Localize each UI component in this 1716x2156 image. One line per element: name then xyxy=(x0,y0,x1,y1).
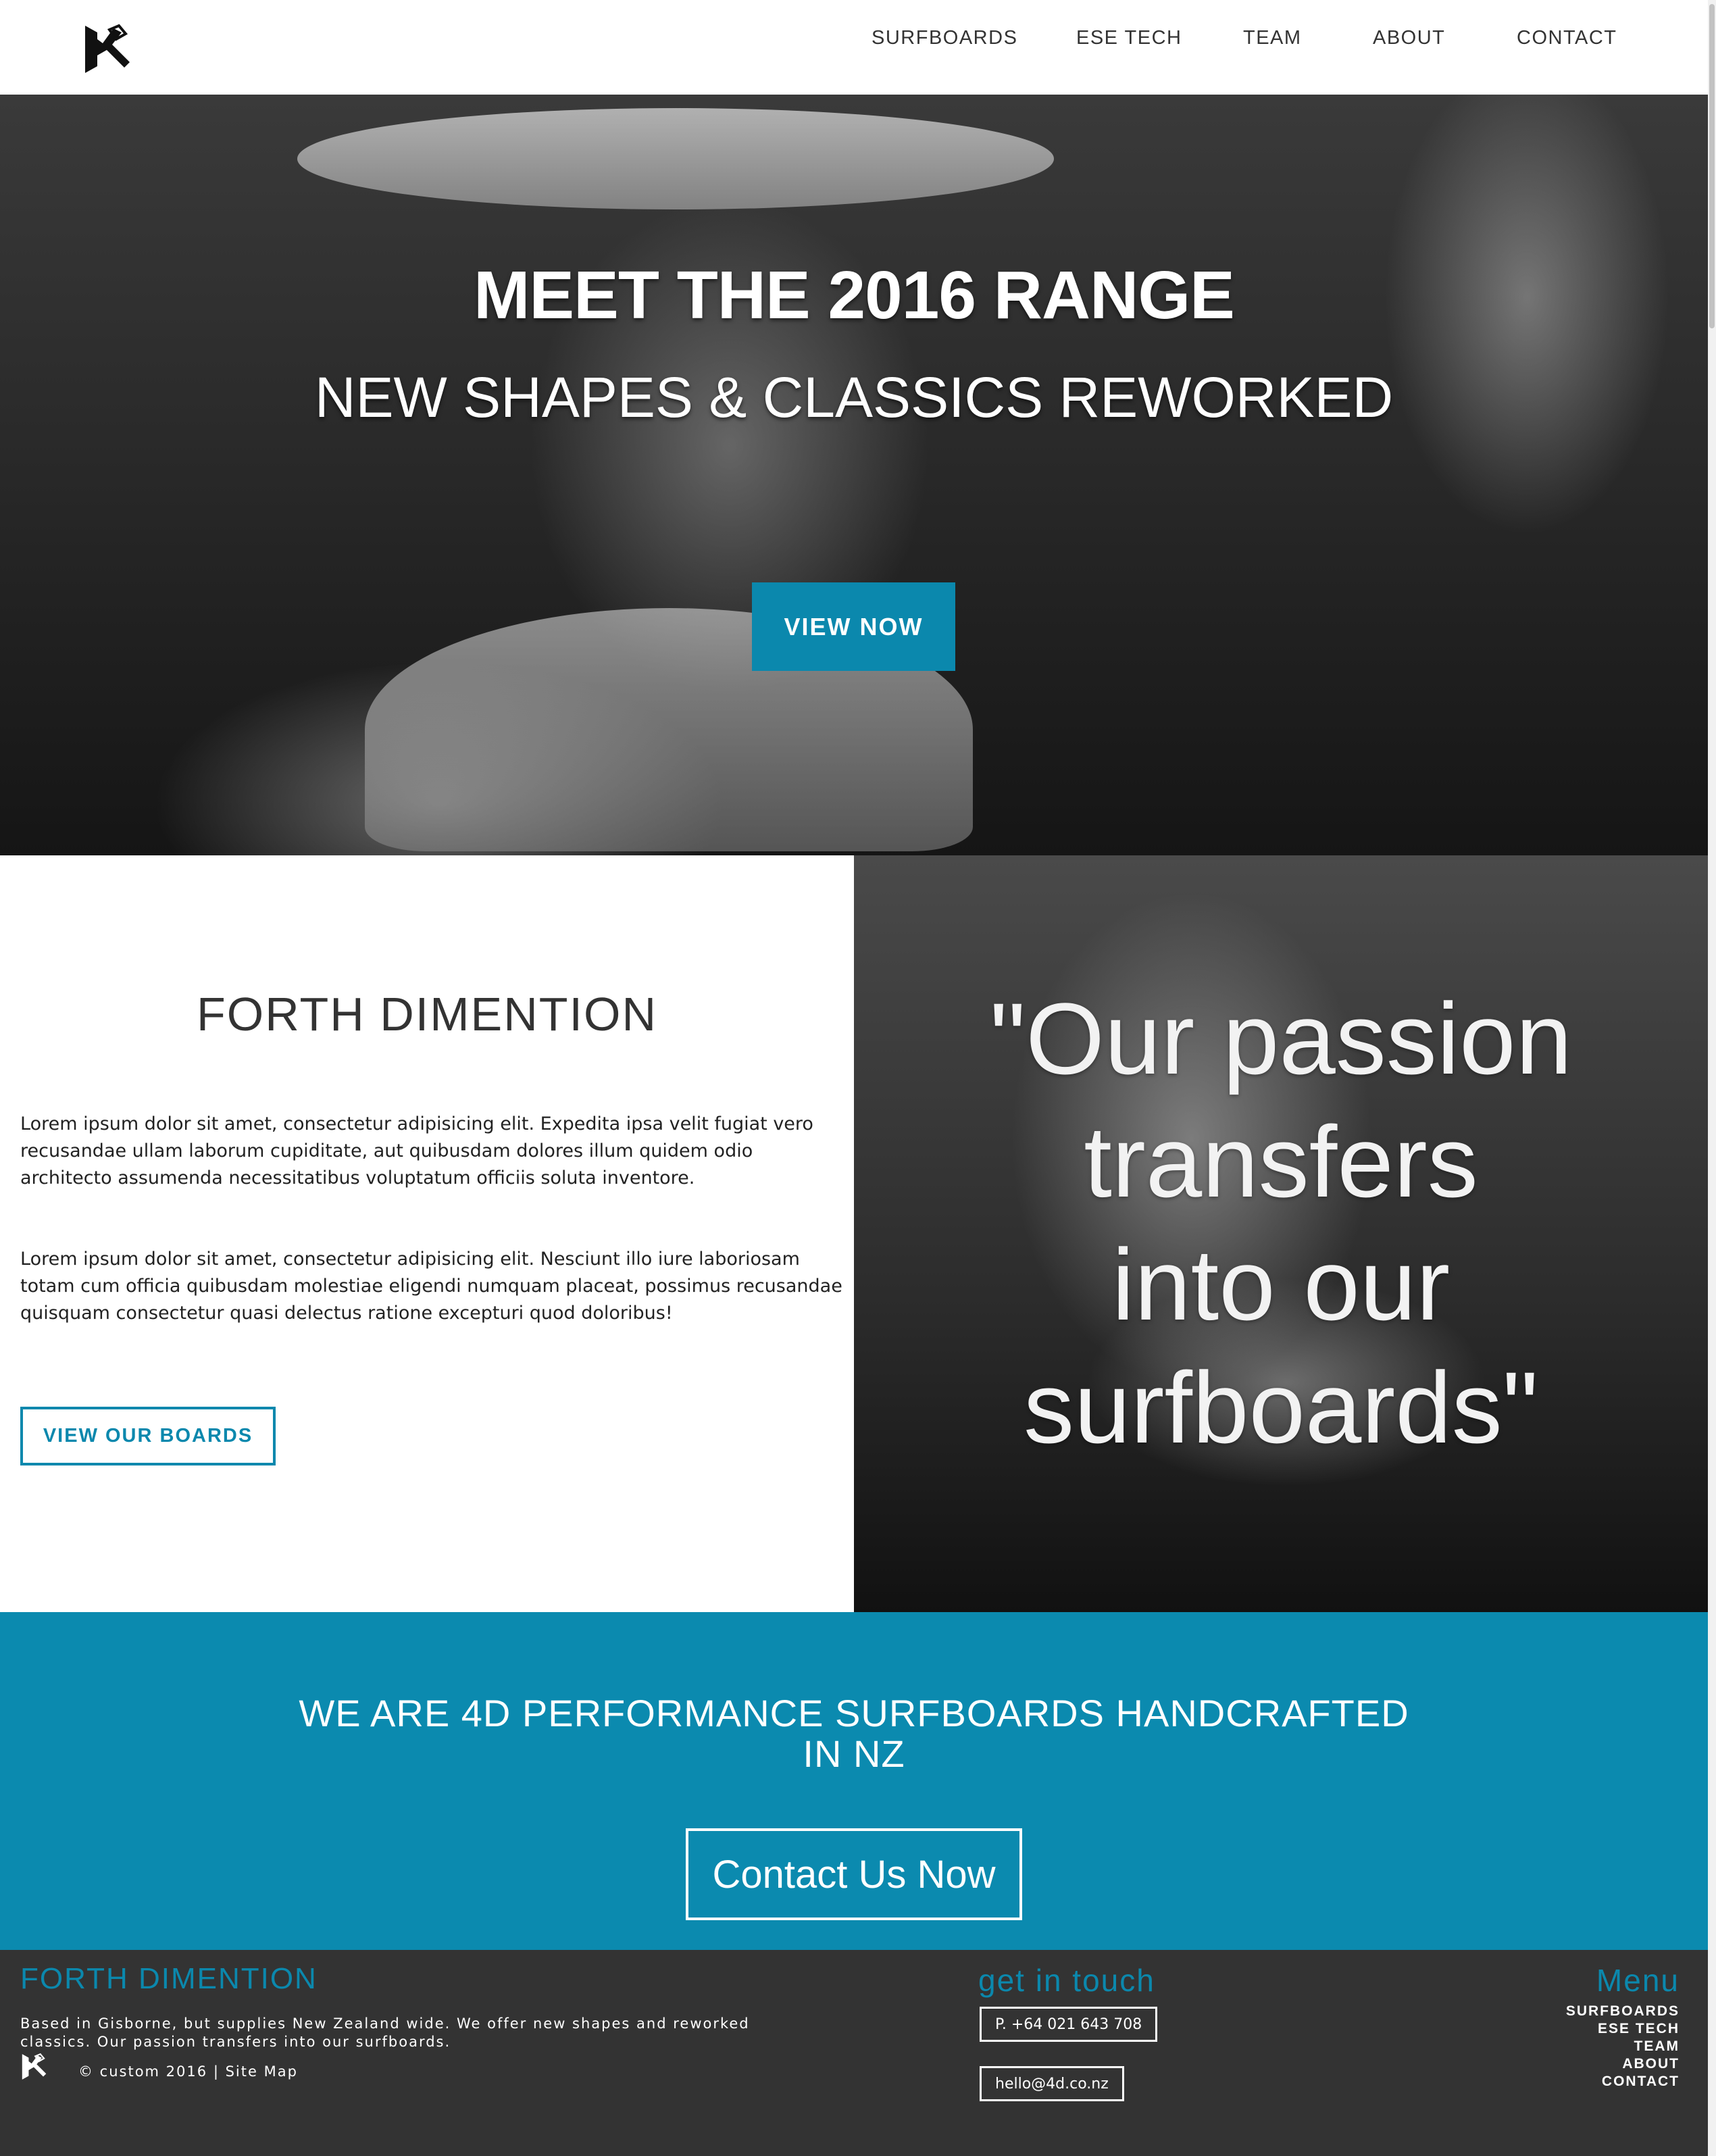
email-button[interactable]: hello@4d.co.nz xyxy=(980,2066,1124,2101)
nav-team[interactable]: TEAM xyxy=(1243,27,1302,49)
about-paragraph-1: Lorem ipsum dolor sit amet, consectetur … xyxy=(20,1113,813,1188)
footer-menu-title: Menu xyxy=(1596,1963,1680,1998)
footer-link-surfboards[interactable]: SURFBOARDS xyxy=(1566,2003,1680,2020)
footer-link-contact[interactable]: CONTACT xyxy=(1566,2073,1680,2090)
view-now-button[interactable]: VIEW NOW xyxy=(752,582,955,671)
contact-us-button[interactable]: Contact Us Now xyxy=(686,1828,1022,1920)
footer-brand: FORTH DIMENTION xyxy=(20,1962,318,1995)
separator: | xyxy=(213,2063,220,2080)
quote-line: "Our passion xyxy=(990,982,1572,1095)
quote-line: into our xyxy=(1111,1228,1450,1341)
footer-description: Based in Gisborne, but supplies New Zeal… xyxy=(20,2015,750,2050)
site-footer: FORTH DIMENTION Based in Gisborne, but s… xyxy=(0,1950,1708,2156)
nav-contact[interactable]: CONTACT xyxy=(1517,27,1617,49)
4d-logo-icon[interactable] xyxy=(20,2053,47,2081)
nav-about[interactable]: ABOUT xyxy=(1373,27,1445,49)
passion-quote: "Our passion transfers into our surfboar… xyxy=(854,977,1708,1469)
copyright-text: © custom 2016 xyxy=(78,2063,208,2080)
cta-title-line: IN NZ xyxy=(803,1732,905,1775)
quote-line: transfers xyxy=(1084,1105,1478,1218)
view-our-boards-button[interactable]: VIEW OUR BOARDS xyxy=(20,1407,276,1465)
about-title: FORTH DIMENTION xyxy=(196,988,657,1041)
phone-button[interactable]: P. +64 021 643 708 xyxy=(980,2007,1158,2042)
hero-subtitle: NEW SHAPES & CLASSICS REWORKED xyxy=(314,366,1394,429)
site-header: SURFBOARDS ESE TECH TEAM ABOUT CONTACT xyxy=(0,0,1716,95)
footer-link-ese-tech[interactable]: ESE TECH xyxy=(1566,2020,1680,2038)
cta-title: WE ARE 4D PERFORMANCE SURFBOARDS HANDCRA… xyxy=(270,1693,1438,1774)
hero-background-board xyxy=(297,108,1054,209)
footer-link-about[interactable]: ABOUT xyxy=(1566,2055,1680,2073)
quote-line: surfboards" xyxy=(1024,1351,1538,1464)
cta-band: WE ARE 4D PERFORMANCE SURFBOARDS HANDCRA… xyxy=(0,1612,1708,1950)
scrollbar-thumb[interactable] xyxy=(1709,4,1715,328)
footer-link-team[interactable]: TEAM xyxy=(1566,2038,1680,2055)
hero-banner: MEET THE 2016 RANGE NEW SHAPES & CLASSIC… xyxy=(0,95,1708,855)
main-nav: SURFBOARDS ESE TECH TEAM ABOUT CONTACT xyxy=(0,27,1716,54)
footer-menu: SURFBOARDS ESE TECH TEAM ABOUT CONTACT xyxy=(1566,2003,1680,2090)
nav-ese-tech[interactable]: ESE TECH xyxy=(1076,27,1182,49)
hero-title: MEET THE 2016 RANGE xyxy=(474,257,1235,333)
quote-image-panel: "Our passion transfers into our surfboar… xyxy=(854,855,1708,1612)
page-scrollbar[interactable] xyxy=(1708,0,1716,2156)
footer-copyright: © custom 2016 | Site Map xyxy=(78,2063,298,2080)
cta-title-line: WE ARE 4D PERFORMANCE SURFBOARDS HANDCRA… xyxy=(299,1692,1409,1734)
get-in-touch-title: get in touch xyxy=(978,1963,1155,1998)
sitemap-link[interactable]: Site Map xyxy=(226,2063,298,2080)
nav-surfboards[interactable]: SURFBOARDS xyxy=(872,27,1017,49)
about-section: FORTH DIMENTION Lorem ipsum dolor sit am… xyxy=(0,855,854,1612)
about-paragraph-2: Lorem ipsum dolor sit amet, consectetur … xyxy=(20,1249,842,1324)
